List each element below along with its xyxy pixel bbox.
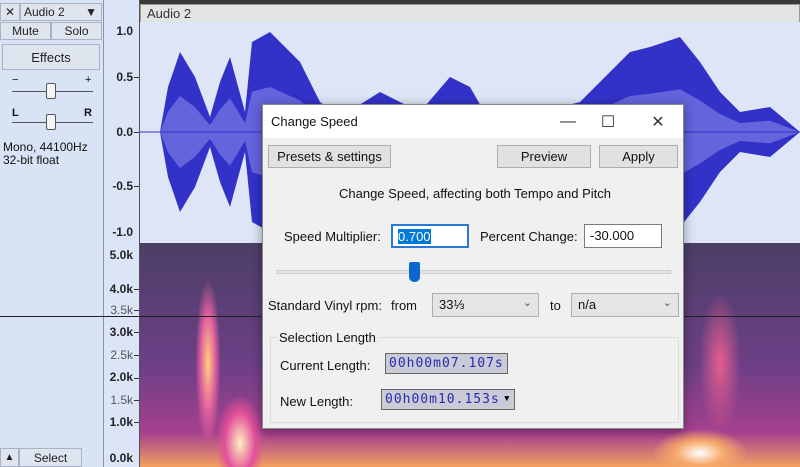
- ruler-label: -0.5: [112, 179, 133, 193]
- change-speed-dialog: Change Speed — ☐ ✕ Presets & settings Pr…: [262, 104, 684, 429]
- speed-multiplier-label: Speed Multiplier:: [284, 229, 381, 244]
- selection-length-group: [270, 337, 679, 423]
- selection-length-heading: Selection Length: [277, 330, 378, 345]
- select-track-button[interactable]: Select: [19, 448, 82, 467]
- vinyl-rpm-label: Standard Vinyl rpm:: [268, 298, 382, 313]
- ruler-label: 2.5k: [110, 348, 133, 362]
- ruler-label: 0.0: [116, 125, 133, 139]
- new-length-control[interactable]: 00h00m10.153s▾: [381, 389, 515, 410]
- new-length-value: 00h00m10.153s: [385, 392, 500, 407]
- vertical-ruler: 1.0 0.5 0.0 -0.5 -1.0 5.0k 4.0k 3.5k 3.0…: [104, 0, 140, 467]
- format-menu-icon[interactable]: ▾: [503, 391, 512, 406]
- gain-minus-label: −: [12, 74, 18, 86]
- preview-button[interactable]: Preview: [497, 145, 591, 168]
- track-title: Audio 2: [140, 4, 800, 22]
- collapse-track-button[interactable]: ▲: [0, 448, 19, 467]
- track-name-menu[interactable]: Audio 2 ▼: [20, 3, 102, 21]
- solo-button[interactable]: Solo: [51, 22, 102, 40]
- speed-slider-thumb[interactable]: [409, 262, 420, 282]
- apply-button[interactable]: Apply: [599, 145, 678, 168]
- ruler-label: 0.0k: [110, 451, 133, 465]
- from-rpm-select[interactable]: 33⅓ ⌄: [432, 293, 539, 317]
- current-length-label: Current Length:: [280, 358, 370, 373]
- from-label: from: [391, 298, 417, 313]
- current-length-display: 00h00m07.107s: [385, 353, 508, 374]
- ruler-label: 5.0k: [110, 248, 133, 262]
- percent-change-label: Percent Change:: [480, 229, 578, 244]
- track-format-info: Mono, 44100Hz: [3, 140, 88, 154]
- track-name: Audio 2: [24, 5, 65, 19]
- gain-slider-handle[interactable]: [46, 83, 56, 99]
- to-rpm-value: n/a: [578, 297, 596, 312]
- close-button[interactable]: ✕: [635, 105, 681, 138]
- from-rpm-value: 33⅓: [439, 297, 464, 312]
- track-bit-depth-info: 32-bit float: [3, 153, 59, 167]
- dropdown-arrow-icon: ▼: [85, 5, 97, 19]
- to-label: to: [550, 298, 561, 313]
- speed-slider-track[interactable]: [276, 270, 671, 274]
- to-rpm-select[interactable]: n/a ⌄: [571, 293, 679, 317]
- ruler-label: -1.0: [112, 225, 133, 239]
- chevron-down-icon: ⌄: [663, 296, 672, 309]
- ruler-label: 1.5k: [110, 393, 133, 407]
- mute-button[interactable]: Mute: [0, 22, 51, 40]
- pan-right-label: R: [84, 107, 92, 119]
- ruler-label: 3.5k: [110, 303, 133, 317]
- speed-multiplier-value: 0.700: [398, 229, 431, 244]
- ruler-label: 1.0k: [110, 415, 133, 429]
- dialog-title: Change Speed: [271, 114, 358, 129]
- close-track-button[interactable]: ✕: [0, 3, 20, 21]
- ruler-label: 4.0k: [110, 282, 133, 296]
- dialog-titlebar[interactable]: Change Speed — ☐ ✕: [263, 105, 683, 138]
- effects-button[interactable]: Effects: [2, 44, 100, 70]
- gain-plus-label: +: [85, 74, 91, 86]
- pan-slider-handle[interactable]: [46, 114, 56, 130]
- ruler-label: 3.0k: [110, 325, 133, 339]
- dialog-description: Change Speed, affecting both Tempo and P…: [339, 186, 611, 201]
- chevron-down-icon: ⌄: [523, 296, 532, 309]
- new-length-label: New Length:: [280, 394, 353, 409]
- percent-change-input[interactable]: -30.000: [584, 224, 662, 248]
- ruler-label: 1.0: [116, 24, 133, 38]
- speed-multiplier-input[interactable]: 0.700: [391, 224, 469, 248]
- ruler-label: 2.0k: [110, 370, 133, 384]
- presets-settings-button[interactable]: Presets & settings: [268, 145, 391, 168]
- maximize-button[interactable]: ☐: [585, 105, 631, 138]
- track-control-panel: ✕ Audio 2 ▼ Mute Solo Effects − + L R Mon…: [0, 0, 104, 467]
- pan-left-label: L: [12, 107, 19, 119]
- ruler-label: 0.5: [116, 70, 133, 84]
